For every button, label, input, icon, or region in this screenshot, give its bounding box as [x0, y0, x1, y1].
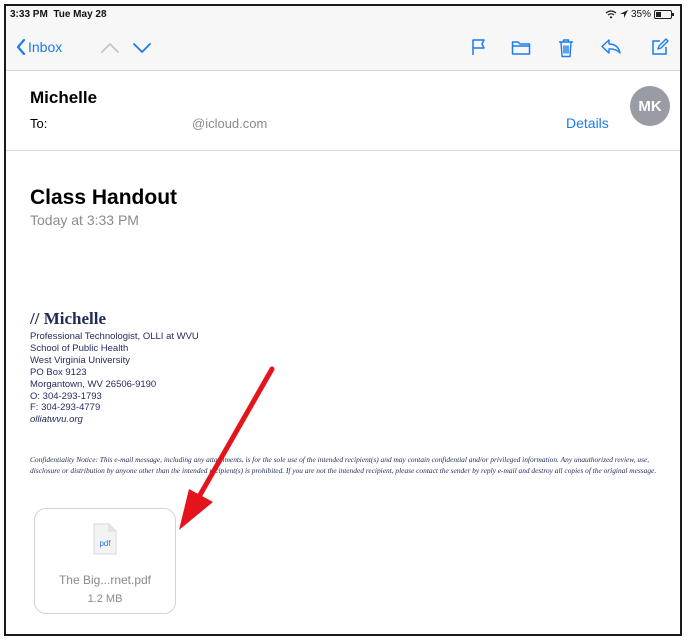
- status-date: Tue May 28: [53, 9, 107, 20]
- signature-line: Morgantown, WV 26506-9190: [30, 378, 157, 390]
- compose-icon[interactable]: [651, 38, 669, 56]
- back-to-inbox-button[interactable]: Inbox: [16, 39, 62, 55]
- avatar[interactable]: MK: [630, 86, 670, 126]
- back-label: Inbox: [28, 39, 63, 55]
- status-indicators: 35%: [605, 9, 674, 20]
- status-time: 3:33 PM: [10, 9, 48, 20]
- status-bar: 3:33 PM Tue May 28 35%: [6, 6, 680, 24]
- signature-line: PO Box 9123: [30, 366, 87, 378]
- signature-block: Professional Technologist, OLLI at WVU S…: [30, 331, 199, 426]
- sender-name: Michelle: [30, 88, 98, 107]
- flag-icon[interactable]: [471, 38, 487, 56]
- mail-window: 3:33 PM Tue May 28 35% Inbox Michelle To…: [4, 4, 682, 636]
- battery-icon: [654, 10, 674, 19]
- pdf-document-icon: pdf: [93, 523, 117, 555]
- battery-percent: 35%: [630, 9, 651, 20]
- location-icon: [619, 10, 628, 18]
- confidentiality-notice: Confidentiality Notice: This e-mail mess…: [30, 455, 657, 475]
- signature-name: // Michelle: [30, 309, 107, 328]
- pdf-type-label: pdf: [99, 539, 111, 548]
- attachment-size: 1.2 MB: [87, 593, 123, 605]
- message-toolbar: Inbox: [6, 24, 680, 71]
- message-subject: Class Handout: [30, 186, 178, 209]
- signature-phone-fax[interactable]: F: 304-293-4779: [30, 402, 199, 414]
- signature-phone-office[interactable]: O: 304-293-1793: [30, 391, 199, 403]
- chevron-left-icon: [16, 39, 26, 55]
- status-time-date: 3:33 PM Tue May 28: [10, 9, 107, 20]
- signature-website-link[interactable]: olliatwvu.org: [30, 414, 199, 426]
- wifi-icon: [605, 10, 617, 19]
- pdf-attachment[interactable]: pdf The Big...rnet.pdf 1.2 MB: [34, 508, 176, 614]
- signature-line: School of Public Health: [30, 342, 129, 354]
- message-header: Michelle To: @icloud.com Details MK: [6, 70, 680, 151]
- attachment-name: The Big...rnet.pdf: [58, 573, 152, 587]
- reply-icon[interactable]: [600, 38, 622, 56]
- chevron-up-icon[interactable]: [100, 42, 120, 54]
- details-button[interactable]: Details: [566, 115, 609, 131]
- to-label: To:: [30, 116, 48, 131]
- message-date: Today at 3:33 PM: [30, 212, 139, 228]
- signature-line: Professional Technologist, OLLI at WVU: [30, 331, 199, 342]
- signature-line: West Virginia University: [30, 354, 130, 366]
- chevron-down-icon[interactable]: [132, 42, 152, 54]
- folder-icon[interactable]: [511, 38, 531, 56]
- trash-icon[interactable]: [558, 38, 574, 58]
- recipient-address[interactable]: @icloud.com: [192, 116, 267, 131]
